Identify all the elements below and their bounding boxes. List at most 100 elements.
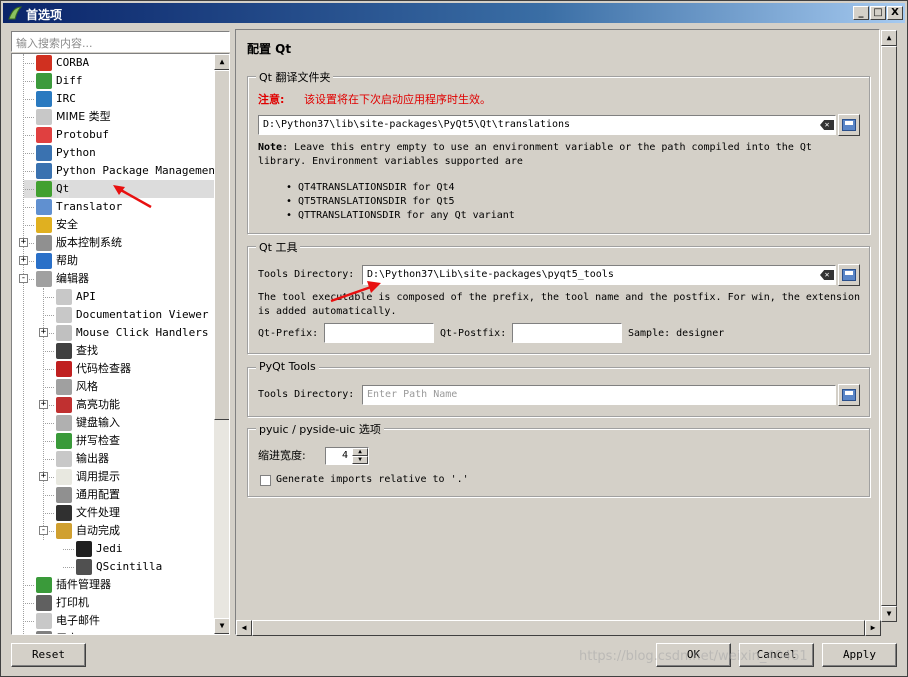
tree-guide-line — [23, 153, 34, 154]
title-bar[interactable]: 首选项 _ □ X — [3, 3, 905, 23]
tree-item[interactable]: 打印机 — [12, 594, 212, 612]
scroll-down-icon[interactable]: ▼ — [214, 618, 229, 634]
annotation-arrow — [330, 281, 381, 303]
apply-button[interactable]: Apply — [822, 643, 897, 667]
tools-dir-field[interactable]: D:\Python37\Lib\site-packages\pyqt5_tool… — [362, 265, 836, 285]
expand-icon[interactable]: + — [19, 238, 28, 247]
irc-icon — [36, 91, 52, 107]
gen-imports-checkbox[interactable] — [260, 475, 271, 486]
tree-item[interactable]: Python Package Management — [12, 162, 222, 180]
preferences-tree[interactable]: CORBA Diff IRC MIME 类型 Protobuf Python Python … — [11, 53, 230, 635]
scroll-down-icon[interactable]: ▼ — [881, 606, 897, 622]
tree-guide-line — [23, 117, 34, 118]
tree-item[interactable]: 插件管理器 — [12, 576, 212, 594]
tree-item[interactable]: 风格 — [12, 378, 212, 396]
translator-icon — [36, 199, 52, 215]
tree-scrollbar[interactable]: ▲ ▼ — [214, 54, 229, 634]
qt-icon — [36, 181, 52, 197]
expand-icon[interactable]: + — [39, 472, 48, 481]
tree-item-label: Protobuf — [56, 128, 109, 141]
tree-item[interactable]: - 编辑器 — [12, 270, 212, 288]
scrollbar-thumb[interactable] — [214, 70, 229, 420]
tree-item[interactable]: Documentation Viewer — [12, 306, 212, 324]
tree-item[interactable]: CORBA — [12, 54, 212, 72]
postfix-field[interactable] — [512, 323, 622, 343]
scroll-up-icon[interactable]: ▲ — [214, 54, 229, 70]
tree-item[interactable]: 输出器 — [12, 450, 212, 468]
prefix-field[interactable] — [324, 323, 434, 343]
minimize-button[interactable]: _ — [853, 6, 869, 20]
tree-item-label: Mouse Click Handlers — [76, 326, 209, 339]
qscintilla-icon — [76, 559, 92, 575]
spellcheck-icon — [56, 433, 72, 449]
tree-item[interactable]: 代码检查器 — [12, 360, 212, 378]
tree-guide-line — [43, 369, 54, 370]
tree-item[interactable]: 键盘输入 — [12, 414, 212, 432]
translations-help-line2: library. Environment variables supported… — [258, 156, 523, 167]
page-hscrollbar[interactable]: ◀ ▶ — [236, 620, 881, 636]
hscrollbar-thumb[interactable] — [252, 620, 865, 636]
tree-item-label: Python — [56, 146, 96, 159]
tree-item[interactable]: 通用配置 — [12, 486, 212, 504]
tree-item[interactable]: Python — [12, 144, 212, 162]
maximize-button[interactable]: □ — [870, 6, 886, 20]
tree-item-label: Python Package Management — [56, 164, 222, 177]
expand-icon[interactable]: + — [39, 400, 48, 409]
tree-item-label: 用户 — [56, 630, 78, 634]
tree-item[interactable]: 用户 — [12, 630, 212, 634]
tree-item[interactable]: + 调用提示 — [12, 468, 212, 486]
browse-tools-button[interactable] — [838, 264, 860, 286]
tree-item[interactable]: 安全 — [12, 216, 212, 234]
tree-item[interactable]: Jedi — [12, 540, 212, 558]
collapse-icon[interactable]: - — [19, 274, 28, 283]
tree-item[interactable]: QScintilla — [12, 558, 212, 576]
tree-item[interactable]: IRC — [12, 90, 212, 108]
expand-icon[interactable]: + — [19, 256, 28, 265]
pyqt-dir-label: Tools Directory: — [258, 389, 355, 400]
tree-item[interactable]: 电子邮件 — [12, 612, 212, 630]
tree-item[interactable]: 文件处理 — [12, 504, 212, 522]
reset-button[interactable]: Reset — [11, 643, 86, 667]
spin-down-icon[interactable]: ▼ — [352, 456, 368, 464]
tree-guide-line — [43, 459, 54, 460]
tree-guide-line — [23, 135, 34, 136]
tree-item-label: 拼写检查 — [76, 434, 120, 447]
tree-item[interactable]: Diff — [12, 72, 212, 90]
tree-item[interactable]: 拼写检查 — [12, 432, 212, 450]
page-title: 配置 Qt — [247, 42, 292, 56]
tree-item[interactable]: Protobuf — [12, 126, 212, 144]
spin-buttons[interactable]: ▲ ▼ — [352, 448, 368, 464]
email-icon — [36, 613, 52, 629]
collapse-icon[interactable]: - — [39, 526, 48, 535]
indent-value: 4 — [341, 450, 348, 461]
tree-item[interactable]: + 帮助 — [12, 252, 212, 270]
tree-item[interactable]: API — [12, 288, 212, 306]
autocomplete-icon — [56, 523, 72, 539]
browse-pyqt-button[interactable] — [838, 384, 860, 406]
browse-translations-button[interactable] — [838, 114, 860, 136]
tree-item[interactable]: MIME 类型 — [12, 108, 212, 126]
scroll-right-icon[interactable]: ▶ — [865, 620, 881, 636]
translations-path-field[interactable]: D:\Python37\lib\site-packages\PyQt5\Qt\t… — [258, 115, 836, 135]
tree-item[interactable]: + 版本控制系统 — [12, 234, 212, 252]
scrollbar-thumb[interactable] — [881, 46, 897, 606]
pyqt-dir-field[interactable]: Enter Path Name — [362, 385, 836, 405]
tree-item[interactable]: + Mouse Click Handlers — [12, 324, 212, 342]
watermark: https://blog.csdn.net/weixin_40461 — [579, 649, 808, 664]
close-button[interactable]: X — [887, 6, 903, 20]
expand-icon[interactable]: + — [39, 328, 48, 337]
scroll-left-icon[interactable]: ◀ — [236, 620, 252, 636]
python-package-icon — [36, 163, 52, 179]
spin-up-icon[interactable]: ▲ — [352, 448, 368, 456]
tree-item[interactable]: - 自动完成 — [12, 522, 212, 540]
tree-item[interactable]: 查找 — [12, 342, 212, 360]
tree-guide-line — [43, 351, 54, 352]
tree-item[interactable]: + 高亮功能 — [12, 396, 212, 414]
page-scrollbar[interactable]: ▲ ▼ — [881, 30, 897, 622]
group-title: Qt 工具 — [256, 239, 301, 255]
indent-spinbox[interactable]: 4 ▲ ▼ — [325, 447, 369, 465]
search-input[interactable]: 输入搜索内容... — [11, 31, 230, 52]
tree-item-label: IRC — [56, 92, 76, 105]
scroll-up-icon[interactable]: ▲ — [881, 30, 897, 46]
sample-text: Sample: designer — [628, 328, 725, 339]
